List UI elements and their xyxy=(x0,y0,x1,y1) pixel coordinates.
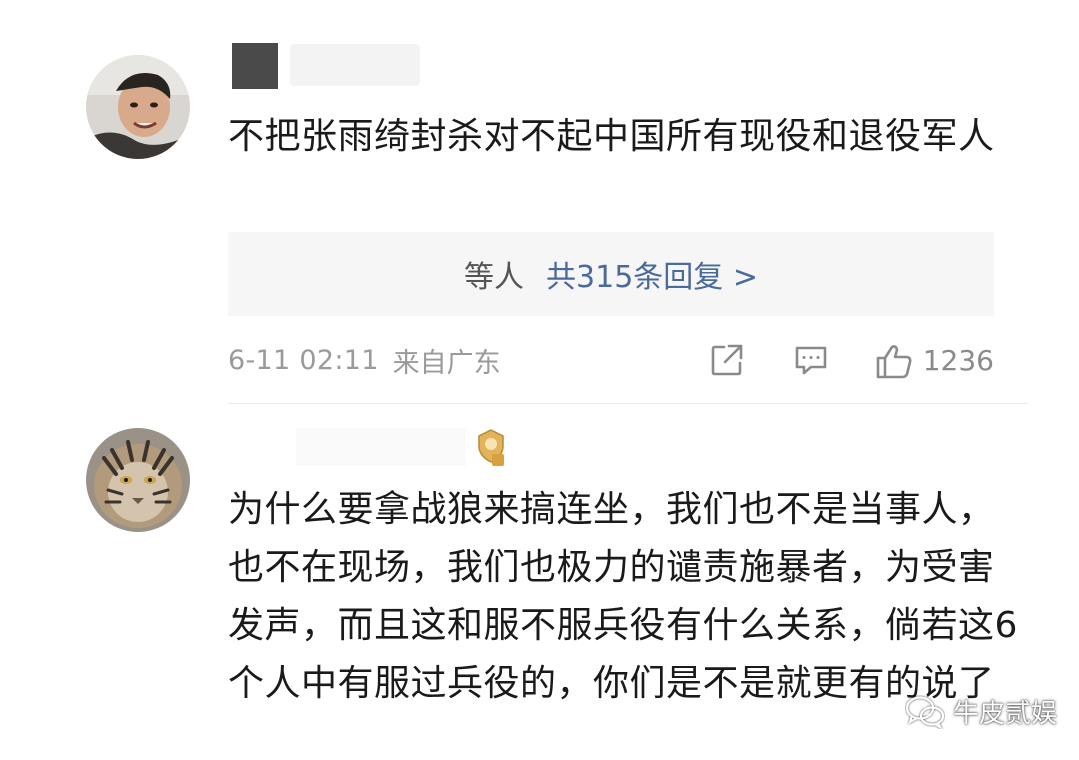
wechat-icon xyxy=(905,695,945,729)
share-icon[interactable] xyxy=(709,342,745,378)
replier-names: 等人 xyxy=(464,260,525,295)
comment-text: 不把张雨绮封杀对不起中国所有现役和退役军人 xyxy=(228,116,995,157)
location: 来自广东 xyxy=(392,347,501,379)
avatar[interactable] xyxy=(86,55,190,159)
watermark: 牛皮贰娱 xyxy=(905,693,1057,730)
username-redacted[interactable] xyxy=(232,43,278,89)
comment-item: 不把张雨绮封杀对不起中国所有现役和退役军人 等人 共315条回复 > 6-11 … xyxy=(0,0,1079,404)
timestamp: 6-11 02:11 xyxy=(228,344,379,376)
username-blur xyxy=(290,44,420,86)
comment-meta: 6-11 02:11 来自广东 1236 xyxy=(228,336,994,384)
fan-badge-icon xyxy=(476,428,506,468)
thumbs-up-icon xyxy=(875,342,912,379)
like-button[interactable]: 1236 xyxy=(875,342,994,379)
username-blur[interactable] xyxy=(296,428,466,466)
comment-icon[interactable] xyxy=(793,342,829,378)
like-count: 1236 xyxy=(922,343,994,377)
watermark-label: 牛皮贰娱 xyxy=(952,699,1057,729)
comment-actions: 1236 xyxy=(709,342,994,379)
avatar[interactable] xyxy=(86,428,190,532)
reply-count-link[interactable]: 共315条回复 > xyxy=(546,252,758,296)
comment-text: 为什么要拿战狼来搞连坐，我们也不是当事人，也不在现场，我们也极力的谴责施暴者，为… xyxy=(228,489,1018,704)
view-replies-button[interactable]: 等人 共315条回复 > xyxy=(228,232,994,316)
